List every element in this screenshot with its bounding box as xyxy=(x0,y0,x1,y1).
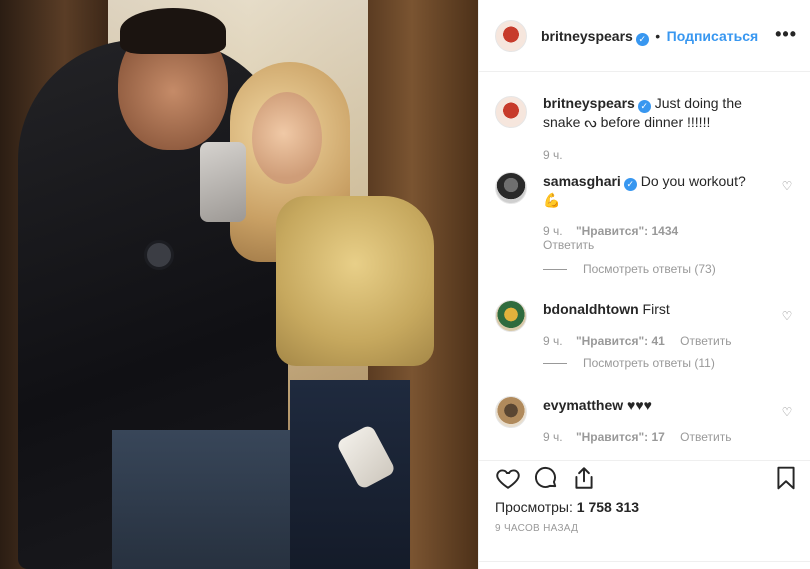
comment-text: ♥♥♥ xyxy=(627,397,652,413)
comment-text: First xyxy=(642,301,670,317)
follow-button[interactable]: Подписаться xyxy=(667,28,759,44)
reply-button[interactable]: Ответить xyxy=(680,430,731,444)
caption-time[interactable]: 9 ч. xyxy=(543,148,563,162)
man-jeans xyxy=(112,430,292,569)
share-icon[interactable] xyxy=(571,465,597,491)
view-replies-label: Посмотреть ответы (11) xyxy=(583,356,715,370)
post-timestamp[interactable]: 9 ЧАСОВ НАЗАД xyxy=(495,523,578,534)
more-options-icon[interactable]: ••• xyxy=(775,24,797,45)
like-comment-heart-icon[interactable]: ♡ xyxy=(781,180,793,192)
comment-icon[interactable] xyxy=(533,465,559,491)
comment-likes[interactable]: "Нравится": 17 xyxy=(576,430,665,444)
comments-list[interactable]: britneyspears ✓ Just doing the snake ᔓ be… xyxy=(479,72,810,460)
verified-badge-icon: ✓ xyxy=(635,33,649,46)
comment-item: bdonaldhtown First ♡ 9 ч. "Нравится": 41… xyxy=(495,300,795,372)
phone-in-hand xyxy=(200,142,246,222)
views-label: Просмотры: xyxy=(495,499,573,515)
views-number: 1 758 313 xyxy=(576,499,640,515)
header-user-line: britneyspears ✓ • Подписаться xyxy=(541,28,758,46)
woman-jeans xyxy=(290,380,410,569)
comment-text-block: samasghari ✓ Do you workout? 💪 xyxy=(543,172,779,210)
woman-face xyxy=(252,92,322,184)
reply-button[interactable]: Ответить xyxy=(680,334,731,348)
man-hair xyxy=(120,8,226,54)
like-comment-heart-icon[interactable]: ♡ xyxy=(781,406,793,418)
replies-divider xyxy=(543,268,567,270)
view-replies-button[interactable]: Посмотреть ответы (11) xyxy=(543,356,715,370)
verified-badge-icon: ✓ xyxy=(637,100,651,113)
separator-dot: • xyxy=(655,28,661,44)
watch xyxy=(144,240,174,270)
caption-item: britneyspears ✓ Just doing the snake ᔓ be… xyxy=(495,94,795,164)
heart-icon[interactable] xyxy=(495,465,521,491)
replies-divider xyxy=(543,362,567,364)
author-username[interactable]: britneyspears xyxy=(541,28,633,44)
comment-meta: 9 ч. "Нравится": 1434 Ответить xyxy=(543,224,678,252)
comment-username[interactable]: samasghari xyxy=(543,173,621,189)
comment-username[interactable]: bdonaldhtown xyxy=(543,301,639,317)
view-replies-label: Посмотреть ответы (73) xyxy=(583,262,716,276)
instagram-post-view: britneyspears ✓ • Подписаться ••• britney… xyxy=(0,0,810,569)
caption-avatar[interactable] xyxy=(495,96,527,128)
comment-text: Do you workout? xyxy=(640,173,746,189)
comment-username[interactable]: evymatthew xyxy=(543,397,623,413)
comment-emoji: 💪 xyxy=(543,192,561,208)
comment-time[interactable]: 9 ч. xyxy=(543,334,563,348)
verified-badge-icon: ✓ xyxy=(623,178,637,191)
comment-likes[interactable]: "Нравится": 1434 xyxy=(576,224,678,238)
comment-meta: 9 ч. "Нравится": 17 Ответить xyxy=(543,430,731,444)
caption-text-block: britneyspears ✓ Just doing the snake ᔓ be… xyxy=(543,94,779,132)
views-count[interactable]: Просмотры: 1 758 313 xyxy=(495,499,639,515)
comment-text-block: evymatthew ♥♥♥ xyxy=(543,396,779,415)
comment-time[interactable]: 9 ч. xyxy=(543,224,563,238)
comment-item: samasghari ✓ Do you workout? 💪 ♡ 9 ч. "Нр… xyxy=(495,172,795,282)
like-comment-heart-icon[interactable]: ♡ xyxy=(781,310,793,322)
post-actions: Просмотры: 1 758 313 9 ЧАСОВ НАЗАД xyxy=(479,460,810,569)
comment-meta: 9 ч. "Нравится": 41 Ответить xyxy=(543,334,731,348)
comment-likes[interactable]: "Нравится": 41 xyxy=(576,334,665,348)
comment-avatar[interactable] xyxy=(495,172,527,204)
bookmark-icon[interactable] xyxy=(773,465,799,491)
post-header: britneyspears ✓ • Подписаться ••• xyxy=(479,0,810,72)
comment-avatar[interactable] xyxy=(495,396,527,428)
post-video[interactable] xyxy=(0,0,478,569)
woman-top xyxy=(276,196,434,366)
comment-time[interactable]: 9 ч. xyxy=(543,430,563,444)
view-replies-button[interactable]: Посмотреть ответы (73) xyxy=(543,262,716,276)
add-comment-area[interactable] xyxy=(479,561,810,569)
author-avatar[interactable] xyxy=(495,20,527,52)
reply-button[interactable]: Ответить xyxy=(543,238,594,252)
comment-text-block: bdonaldhtown First xyxy=(543,300,779,319)
caption-username[interactable]: britneyspears xyxy=(543,95,635,111)
comment-avatar[interactable] xyxy=(495,300,527,332)
comment-item: evymatthew ♥♥♥ ♡ 9 ч. "Нравится": 17 Отв… xyxy=(495,396,795,460)
post-sidebar: britneyspears ✓ • Подписаться ••• britney… xyxy=(478,0,810,569)
